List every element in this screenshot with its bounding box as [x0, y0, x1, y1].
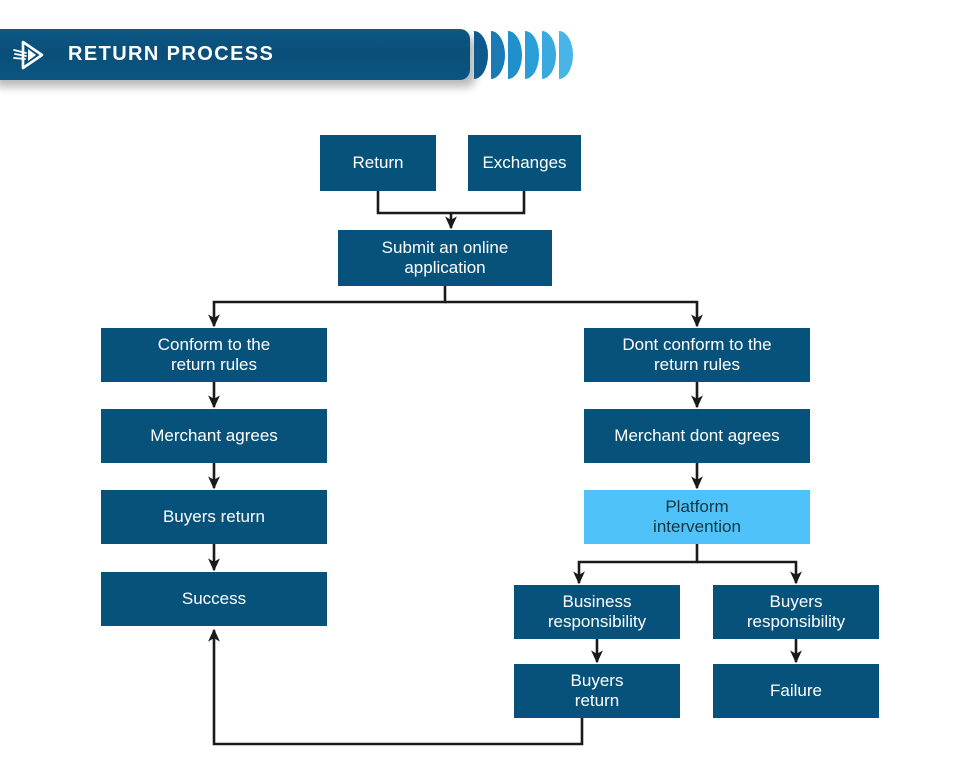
flowchart-node-label: Buyers responsibility	[746, 591, 846, 631]
flowchart-node-failure[interactable]: Failure	[713, 664, 879, 718]
flowchart-node-conform[interactable]: Conform to the return rules	[101, 328, 327, 382]
flowchart-node-label: Failure	[770, 680, 822, 700]
flowchart-node-business-resp[interactable]: Business responsibility	[514, 585, 680, 639]
flowchart-node-label: Dont conform to the return rules	[622, 334, 772, 374]
flowchart-node-label: Platform intervention	[653, 496, 741, 536]
edge-submit-to-conform	[208, 286, 447, 328]
flowchart-node-label: Submit an online application	[381, 237, 509, 277]
flowchart-node-submit[interactable]: Submit an online application	[338, 230, 552, 286]
flowchart-node-label: Merchant agrees	[150, 425, 278, 445]
flowchart-node-exchanges[interactable]: Exchanges	[468, 135, 581, 191]
flowchart-node-label: Return	[352, 152, 404, 172]
flowchart-node-merchant-agrees[interactable]: Merchant agrees	[101, 409, 327, 463]
flowchart-node-success[interactable]: Success	[101, 572, 327, 626]
flowchart-node-merchant-dont-agrees[interactable]: Merchant dont agrees	[584, 409, 810, 463]
flowchart-node-buyers-return-right[interactable]: Buyers return	[514, 664, 680, 718]
flowchart-node-label: Exchanges	[482, 152, 567, 172]
return-process-flowchart: Return Exchanges Submit an online applicat…	[0, 0, 960, 777]
flowchart-node-label: Buyers return	[162, 506, 266, 526]
edge-submit-to-dont-conform	[445, 300, 703, 328]
edge-return-exchanges-merge	[376, 191, 526, 215]
flowchart-node-return[interactable]: Return	[320, 135, 436, 191]
edge-platform-to-business-resp	[573, 544, 699, 585]
flowchart-connectors	[208, 191, 802, 746]
flowchart-node-dont-conform[interactable]: Dont conform to the return rules	[584, 328, 810, 382]
flowchart-node-label: Buyers return	[570, 670, 624, 710]
flowchart-node-platform[interactable]: Platform intervention	[584, 490, 810, 544]
flowchart-node-buyers-resp[interactable]: Buyers responsibility	[713, 585, 879, 639]
flowchart-node-buyers-return-left[interactable]: Buyers return	[101, 490, 327, 544]
edge-platform-to-buyers-resp	[697, 560, 802, 585]
flowchart-node-label: Merchant dont agrees	[614, 425, 780, 445]
flowchart-node-label: Conform to the return rules	[157, 334, 271, 374]
flowchart-node-label: Business responsibility	[547, 591, 647, 631]
flowchart-node-label: Success	[181, 588, 247, 608]
